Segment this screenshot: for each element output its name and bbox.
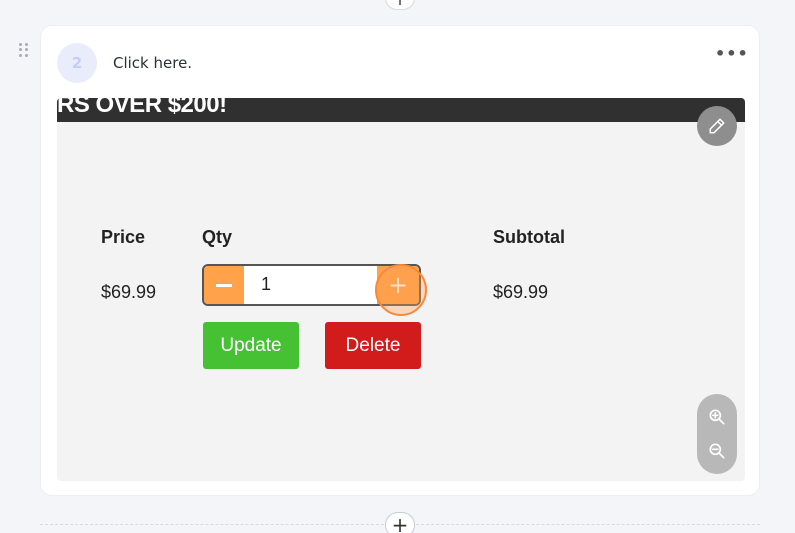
step-number-badge: 2 <box>57 43 97 83</box>
price-value: $69.99 <box>101 282 157 302</box>
zoom-out-icon[interactable] <box>707 441 727 461</box>
step-instruction[interactable]: Click here. <box>113 54 192 72</box>
step-card: 2 Click here. ••• RS OVER $200! Price Qt… <box>40 25 760 496</box>
minus-icon <box>216 283 232 287</box>
edit-screenshot-button[interactable] <box>697 106 737 146</box>
zoom-controls <box>697 394 737 474</box>
delete-button[interactable]: Delete <box>325 322 421 369</box>
step-screenshot: RS OVER $200! Price Qty Subtotal $69.99 … <box>57 98 745 481</box>
quantity-input[interactable]: 1 <box>261 273 271 295</box>
add-step-bottom-button[interactable]: + <box>385 512 415 533</box>
subtotal-column-header: Subtotal <box>493 227 565 247</box>
promo-banner: RS OVER $200! <box>57 98 745 122</box>
add-step-top-button[interactable]: + <box>385 0 415 10</box>
drag-handle-icon[interactable] <box>19 43 29 57</box>
subtotal-value: $69.99 <box>493 282 549 302</box>
decrease-quantity-button[interactable] <box>204 266 244 304</box>
click-highlight-marker <box>375 264 427 316</box>
price-column-header: Price <box>101 227 146 247</box>
zoom-in-icon[interactable] <box>707 407 727 427</box>
qty-column-header: Qty <box>202 227 233 247</box>
more-icon[interactable]: ••• <box>715 46 748 63</box>
promo-banner-text: RS OVER $200! <box>57 98 227 118</box>
update-button[interactable]: Update <box>203 322 299 369</box>
pencil-icon <box>709 118 725 134</box>
